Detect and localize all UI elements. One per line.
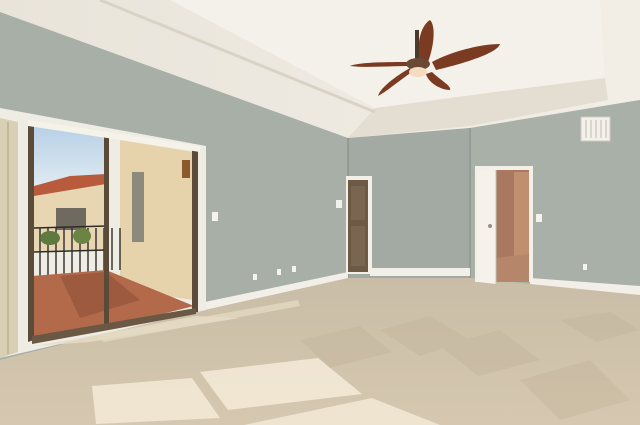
baseboard-back — [370, 268, 470, 276]
door-knob — [488, 224, 492, 228]
door-mullion — [104, 136, 109, 328]
door-panel — [351, 186, 365, 220]
empty-bedroom-scene — [0, 0, 640, 425]
wall-outlet-4 — [583, 264, 587, 270]
exterior-window — [132, 172, 144, 242]
potted-plant-2 — [73, 228, 91, 244]
light-switch-2 — [536, 214, 542, 222]
potted-plant — [40, 231, 60, 245]
door-right-jamb — [192, 150, 198, 313]
doorway-wall — [514, 172, 529, 256]
fan-light — [409, 67, 427, 77]
doorway-floor — [496, 254, 529, 282]
light-switch — [212, 212, 218, 221]
fan-downrod — [415, 30, 419, 60]
door-left-jamb — [28, 124, 34, 342]
room-illustration — [0, 0, 640, 425]
exterior-lamp — [182, 160, 190, 178]
wall-outlet-2 — [277, 269, 281, 275]
interior-door-open — [478, 170, 496, 284]
wall-outlet-3 — [292, 266, 296, 272]
wall-outlet — [253, 274, 257, 280]
door-panel-lower — [351, 226, 365, 266]
thermostat — [336, 200, 342, 208]
